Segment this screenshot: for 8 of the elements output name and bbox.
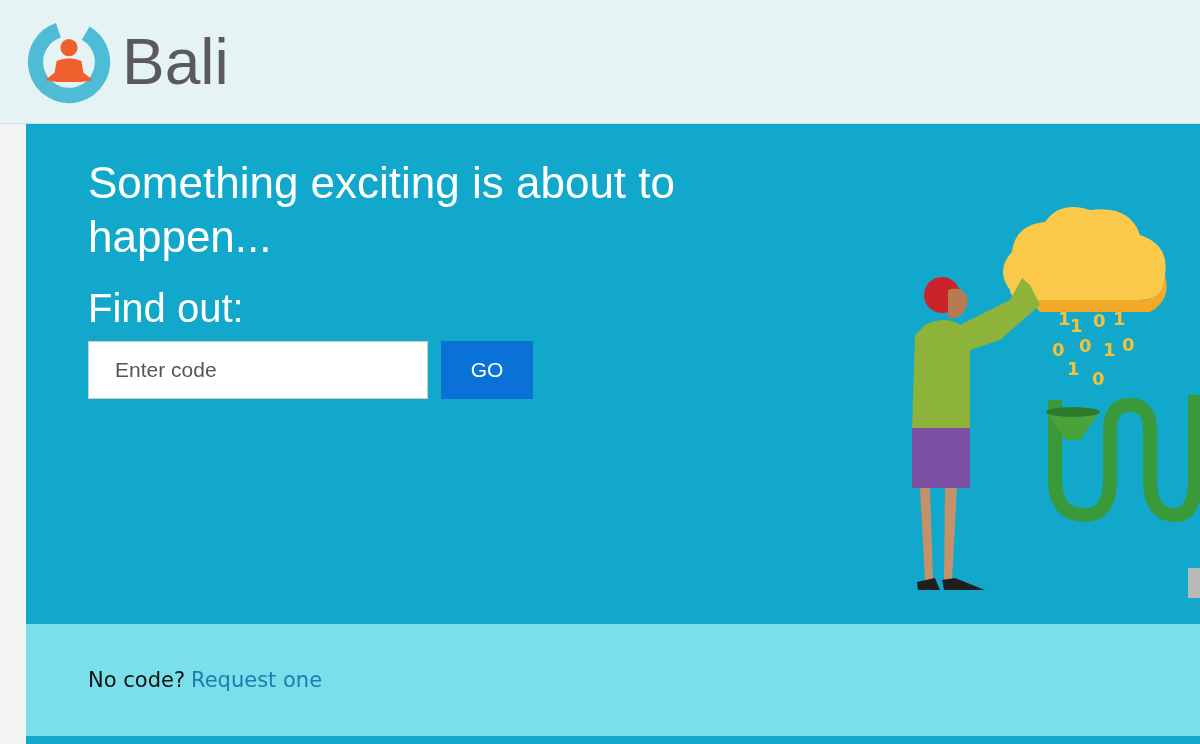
request-one-link[interactable]: Request one	[191, 668, 323, 692]
headline: Something exciting is about to happen...	[88, 157, 677, 263]
brand-name: Bali	[122, 24, 229, 99]
woman-cloud-funnel-drawing: 11 0 1 0 0 1 0 1 0	[880, 190, 1200, 600]
no-code-text: No code?	[88, 668, 186, 692]
code-input-field[interactable]: Enter code	[88, 341, 428, 399]
go-button[interactable]: GO	[441, 341, 533, 399]
prompt-text: Find out:	[88, 286, 245, 331]
